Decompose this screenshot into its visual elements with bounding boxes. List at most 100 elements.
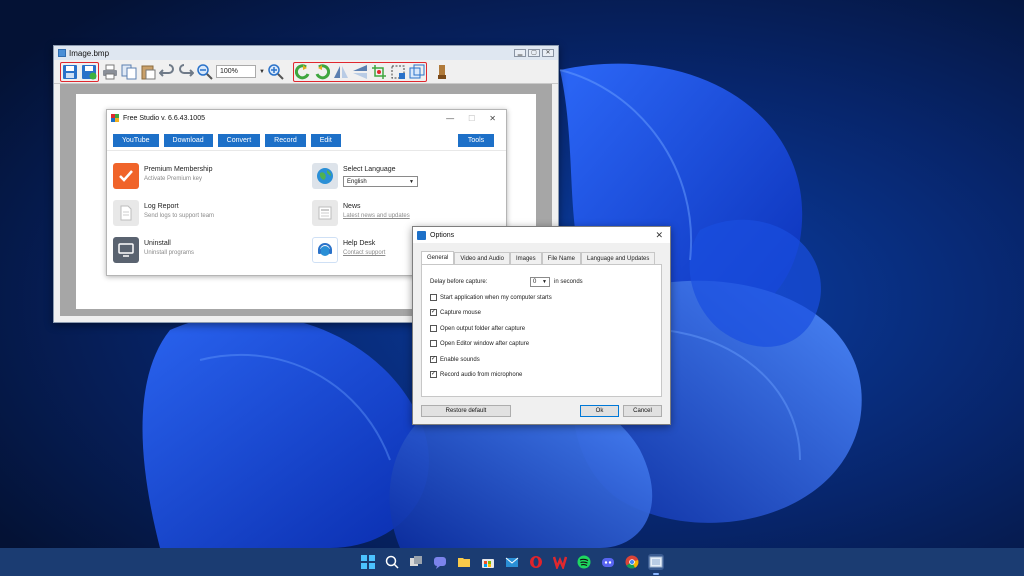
options-title: Options	[430, 231, 455, 239]
zoom-in-icon[interactable]	[268, 63, 284, 80]
save-as-icon[interactable]	[81, 64, 97, 80]
checkbox-label: Open output folder after capture	[440, 325, 526, 332]
delay-value: 0	[533, 279, 537, 285]
mail-icon[interactable]	[504, 554, 520, 570]
undo-icon[interactable]	[158, 63, 175, 80]
menu-convert[interactable]: Convert	[217, 134, 261, 147]
minimize-button[interactable]: ▁	[514, 49, 526, 57]
checkbox[interactable]	[430, 325, 437, 332]
record-audio-option[interactable]: ✓ Record audio from microphone	[430, 371, 522, 378]
free-studio-menubar: YouTube Download Convert Record Edit Too…	[107, 131, 506, 151]
store-icon[interactable]	[480, 554, 496, 570]
flip-horizontal-icon[interactable]	[333, 64, 349, 80]
spotify-icon[interactable]	[576, 554, 592, 570]
uninstall-item[interactable]: Uninstall Uninstall programs	[113, 237, 293, 267]
chrome-icon[interactable]	[624, 554, 640, 570]
cancel-button[interactable]: Cancel	[623, 405, 662, 417]
free-studio-logo-icon	[111, 114, 119, 122]
tab-general[interactable]: General	[421, 251, 455, 264]
open-editor-option[interactable]: Open Editor window after capture	[430, 340, 529, 347]
checkbox-checked[interactable]: ✓	[430, 356, 437, 363]
paste-icon[interactable]	[140, 64, 156, 80]
maximize-icon[interactable]: ☐	[468, 114, 475, 123]
menu-tools[interactable]: Tools	[458, 134, 494, 147]
globe-icon	[312, 163, 338, 189]
brush-icon[interactable]	[434, 64, 450, 80]
capture-mouse-option[interactable]: ✓ Capture mouse	[430, 309, 481, 316]
screenshot-app-icon[interactable]	[648, 554, 664, 575]
minimize-icon[interactable]: —	[446, 114, 454, 123]
delay-unit: in seconds	[554, 279, 583, 285]
search-icon[interactable]	[384, 554, 400, 570]
delay-select[interactable]: 0 ▼	[530, 277, 550, 287]
checkbox-label: Open Editor window after capture	[440, 340, 530, 347]
rotate-left-icon[interactable]	[294, 63, 311, 80]
rotate-right-icon[interactable]	[314, 63, 330, 80]
redo-icon[interactable]	[178, 63, 195, 80]
crop-icon[interactable]	[371, 64, 387, 80]
file-explorer-icon[interactable]	[456, 554, 472, 570]
task-view-icon[interactable]	[408, 554, 424, 570]
windows-start-icon[interactable]	[360, 554, 376, 570]
checkbox-checked[interactable]: ✓	[430, 309, 437, 316]
delay-label: Delay before capture:	[430, 279, 488, 285]
chevron-down-icon: ▼	[409, 178, 414, 185]
taskbar	[0, 548, 1024, 576]
zoom-out-icon[interactable]	[197, 63, 213, 80]
checkbox-checked[interactable]: ✓	[430, 371, 437, 378]
news-link[interactable]: Latest news and updates	[343, 213, 410, 219]
discord-icon[interactable]	[600, 554, 616, 570]
start-with-computer-option[interactable]: Start application when my computer start…	[430, 294, 552, 301]
resize-icon[interactable]	[409, 64, 425, 80]
zoom-level-value: 100%	[220, 68, 238, 75]
tab-images[interactable]: Images	[509, 252, 542, 264]
opera-icon[interactable]	[528, 554, 544, 570]
options-app-icon	[417, 230, 426, 240]
log-report-item[interactable]: Log Report Send logs to support team	[113, 200, 293, 230]
flip-vertical-icon[interactable]	[352, 64, 368, 80]
select-language-label: Select Language	[343, 166, 396, 173]
chevron-down-icon[interactable]: ▼	[259, 69, 265, 75]
select-icon[interactable]	[390, 64, 406, 80]
tab-language-and-updates[interactable]: Language and Updates	[581, 252, 656, 264]
maximize-button[interactable]: ▢	[528, 49, 540, 57]
restore-default-button[interactable]: Restore default	[421, 405, 511, 417]
news-label: News	[343, 203, 361, 210]
close-icon[interactable]: ✕	[489, 114, 496, 123]
checkbox[interactable]	[430, 294, 437, 301]
news-icon	[312, 200, 338, 226]
log-report-label: Log Report	[144, 203, 179, 210]
zoom-level-select[interactable]: 100%	[216, 65, 256, 78]
language-select[interactable]: English ▼	[343, 176, 418, 187]
menu-edit[interactable]: Edit	[310, 134, 341, 147]
close-button[interactable]: ✕	[542, 49, 554, 57]
wps-office-icon[interactable]	[552, 554, 568, 570]
premium-membership-sub: Activate Premium key	[144, 176, 203, 182]
menu-youtube[interactable]: YouTube	[113, 134, 159, 147]
premium-membership-item[interactable]: Premium Membership Activate Premium key	[113, 163, 293, 193]
headset-icon	[312, 237, 338, 263]
enable-sounds-option[interactable]: ✓ Enable sounds	[430, 356, 480, 363]
teams-chat-icon[interactable]	[432, 554, 448, 570]
checkmark-icon	[113, 163, 139, 189]
tab-file-name[interactable]: File Name	[541, 252, 581, 264]
close-icon[interactable]: ✕	[655, 230, 666, 241]
uninstall-label: Uninstall	[144, 240, 171, 247]
save-group-highlight	[60, 61, 99, 82]
delay-row: Delay before capture: 0 ▼ in seconds	[430, 277, 583, 287]
open-output-folder-option[interactable]: Open output folder after capture	[430, 325, 525, 332]
language-select-value: English	[347, 178, 367, 185]
copy-icon[interactable]	[121, 64, 137, 80]
menu-record[interactable]: Record	[265, 134, 306, 147]
editor-titlebar: Image.bmp ▁ ▢ ✕	[54, 46, 558, 60]
premium-membership-label: Premium Membership	[144, 166, 213, 173]
tab-video-and-audio[interactable]: Video and Audio	[454, 252, 510, 264]
ok-button[interactable]: Ok	[580, 405, 619, 417]
options-dialog: Options ✕ General Video and Audio Images…	[412, 226, 671, 425]
checkbox-label: Start application when my computer start…	[440, 294, 552, 301]
save-icon[interactable]	[62, 64, 78, 80]
contact-support-link[interactable]: Contact support	[343, 250, 385, 256]
print-icon[interactable]	[102, 64, 118, 80]
checkbox[interactable]	[430, 340, 437, 347]
menu-download[interactable]: Download	[163, 134, 213, 147]
